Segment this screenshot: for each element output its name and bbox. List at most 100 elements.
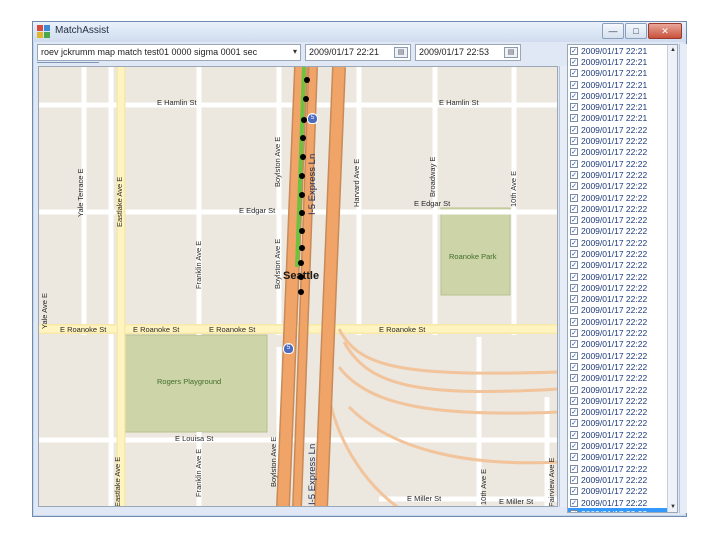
gps-point[interactable] [299,210,305,216]
maximize-button[interactable]: □ [625,23,647,39]
timestamp-checkbox[interactable]: ✓ [570,103,578,112]
timestamp-row[interactable]: ✓2009/01/17 22:22 [568,395,677,406]
timestamp-checkbox[interactable]: ✓ [570,419,578,428]
timestamp-row[interactable]: ✓2009/01/17 22:22 [568,135,677,146]
timestamp-checkbox[interactable]: ✓ [570,182,578,191]
timestamp-row[interactable]: ✓2009/01/17 22:22 [568,463,677,474]
timestamp-checkbox[interactable]: ✓ [570,295,578,304]
timestamp-checkbox[interactable]: ✓ [570,91,578,100]
timestamp-checkbox[interactable]: ✓ [570,464,578,473]
timestamp-row[interactable]: ✓2009/01/17 22:22 [568,214,677,225]
minimize-button[interactable]: — [602,23,624,39]
scroll-up-icon[interactable]: ▲ [668,45,677,55]
timestamp-checkbox[interactable]: ✓ [570,125,578,134]
gps-point[interactable] [298,260,304,266]
timestamp-row[interactable]: ✓2009/01/17 22:22 [568,508,677,512]
timestamp-checkbox[interactable]: ✓ [570,351,578,360]
timestamp-row[interactable]: ✓2009/01/17 22:22 [568,124,677,135]
gps-point[interactable] [303,96,309,102]
calendar-icon[interactable]: ▤ [394,47,408,58]
chevron-down-icon[interactable]: ▾ [293,47,297,56]
timestamp-checkbox[interactable]: ✓ [570,385,578,394]
timestamp-row[interactable]: ✓2009/01/17 22:22 [568,339,677,350]
timestamp-checkbox[interactable]: ✓ [570,46,578,55]
timestamp-checkbox[interactable]: ✓ [570,317,578,326]
timestamp-row[interactable]: ✓ 2009/01/17 22:21 [568,79,677,90]
timestamp-checkbox[interactable]: ✓ [570,340,578,349]
timestamp-checkbox[interactable]: ✓ [570,272,578,281]
timestamp-row[interactable]: ✓2009/01/17 22:22 [568,350,677,361]
timestamp-row[interactable]: ✓2009/01/17 22:22 [568,429,677,440]
timestamp-checkbox[interactable]: ✓ [570,204,578,213]
timestamp-checkbox[interactable]: ✓ [570,306,578,315]
timestamp-row[interactable]: ✓ 2009/01/17 22:21 [568,68,677,79]
gps-point[interactable] [300,135,306,141]
timestamp-row[interactable]: ✓2009/01/17 22:22 [568,248,677,259]
trace-select[interactable]: roev jckrumm map match test01 0000 sigma… [37,44,301,61]
timestamp-checkbox[interactable]: ✓ [570,216,578,225]
gps-point[interactable] [300,154,306,160]
gps-point[interactable] [304,77,310,83]
timestamp-row[interactable]: ✓ 2009/01/17 22:21 [568,90,677,101]
timestamp-row[interactable]: ✓2009/01/17 22:22 [568,294,677,305]
gps-point[interactable] [299,192,305,198]
timestamp-row[interactable]: ✓2009/01/17 22:22 [568,384,677,395]
timestamp-row[interactable]: ✓2009/01/17 22:22 [568,305,677,316]
timestamp-checkbox[interactable]: ✓ [570,396,578,405]
timestamp-row[interactable]: ✓2009/01/17 22:22 [568,316,677,327]
timestamp-row[interactable]: ✓2009/01/17 22:22 [568,169,677,180]
timestamp-row[interactable]: ✓ 2009/01/17 22:21 [568,101,677,112]
gps-point[interactable] [299,245,305,251]
gps-point[interactable] [299,173,305,179]
calendar-icon[interactable]: ▤ [504,47,518,58]
end-datetime-picker[interactable]: 2009/01/17 22:53 ▤ [415,44,521,61]
gps-point[interactable] [298,274,304,280]
timestamp-row[interactable]: ✓2009/01/17 22:22 [568,158,677,169]
timestamp-checkbox[interactable]: ✓ [570,329,578,338]
close-button[interactable]: ✕ [648,23,682,39]
timestamp-row[interactable]: ✓2009/01/17 22:22 [568,181,677,192]
timestamp-row[interactable]: ✓2009/01/17 22:22 [568,474,677,485]
timestamp-checkbox[interactable]: ✓ [570,69,578,78]
title-bar[interactable]: MatchAssist — □ ✕ [33,22,686,42]
timestamp-list[interactable]: ✓ 2009/01/17 22:21 ✓ 2009/01/17 22:21 ✓ 2009/… [567,44,678,513]
timestamp-checkbox[interactable]: ✓ [570,193,578,202]
timestamp-row[interactable]: ✓2009/01/17 22:22 [568,226,677,237]
timestamp-row[interactable]: ✓2009/01/17 22:22 [568,203,677,214]
timestamp-row[interactable]: ✓ 2009/01/17 22:21 [568,45,677,56]
timestamp-row[interactable]: ✓2009/01/17 22:22 [568,237,677,248]
timestamp-checkbox[interactable]: ✓ [570,283,578,292]
timestamp-checkbox[interactable]: ✓ [570,374,578,383]
timestamp-row[interactable]: ✓2009/01/17 22:22 [568,486,677,497]
timestamp-row[interactable]: ✓2009/01/17 22:22 [568,440,677,451]
timestamp-checkbox[interactable]: ✓ [570,238,578,247]
timestamp-checkbox[interactable]: ✓ [570,442,578,451]
panel-scrollbar[interactable] [679,44,687,513]
timestamp-row[interactable]: ✓2009/01/17 22:22 [568,327,677,338]
start-datetime-picker[interactable]: 2009/01/17 22:21 ▤ [305,44,411,61]
timestamp-row[interactable]: ✓2009/01/17 22:22 [568,497,677,508]
map-scrollbar[interactable] [559,66,567,507]
timestamp-checkbox[interactable]: ✓ [570,475,578,484]
timestamp-checkbox[interactable]: ✓ [570,498,578,507]
timestamp-checkbox[interactable]: ✓ [570,362,578,371]
timestamp-checkbox[interactable]: ✓ [570,430,578,439]
timestamp-checkbox[interactable]: ✓ [570,261,578,270]
timestamp-checkbox[interactable]: ✓ [570,453,578,462]
timestamp-checkbox[interactable]: ✓ [570,80,578,89]
timestamp-checkbox[interactable]: ✓ [570,57,578,66]
timestamp-checkbox[interactable]: ✓ [570,159,578,168]
timestamp-row[interactable]: ✓2009/01/17 22:22 [568,282,677,293]
timestamp-row[interactable]: ✓ 2009/01/17 22:21 [568,56,677,67]
timestamp-checkbox[interactable]: ✓ [570,487,578,496]
timestamp-checkbox[interactable]: ✓ [570,227,578,236]
timestamp-row[interactable]: ✓2009/01/17 22:22 [568,452,677,463]
timestamp-checkbox[interactable]: ✓ [570,408,578,417]
timestamp-row[interactable]: ✓2009/01/17 22:22 [568,260,677,271]
timestamp-row[interactable]: ✓2009/01/17 22:22 [568,192,677,203]
timestamp-row[interactable]: ✓2009/01/17 22:22 [568,147,677,158]
map-view[interactable]: E Hamlin St E Hamlin St E Edgar St E Edg… [38,66,558,507]
scroll-down-icon[interactable]: ▼ [668,502,677,512]
gps-point[interactable] [301,117,307,123]
timestamp-row[interactable]: ✓2009/01/17 22:22 [568,361,677,372]
